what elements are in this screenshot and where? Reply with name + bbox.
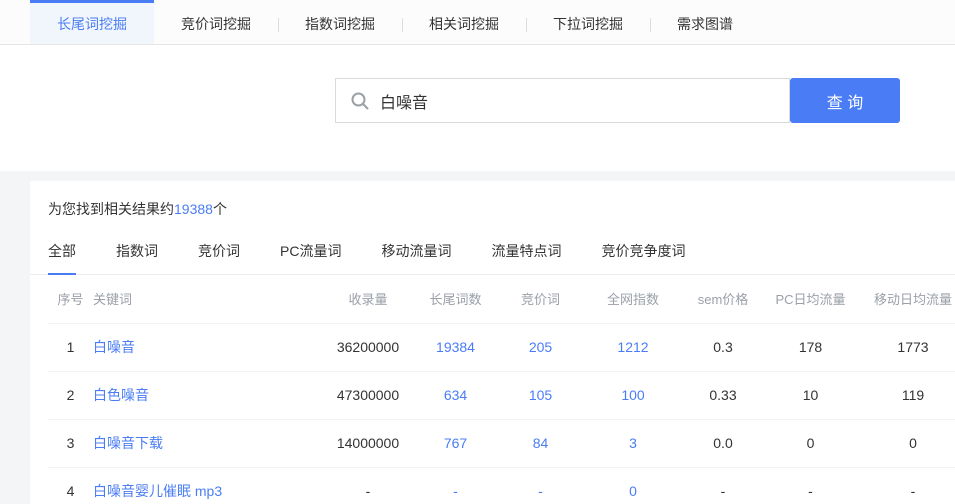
cell-mobile-traffic: 119 bbox=[858, 371, 955, 419]
search-section: 查 询 bbox=[0, 45, 955, 171]
tab-label: 需求图谱 bbox=[677, 14, 733, 34]
cell-longtail-count[interactable]: - bbox=[413, 467, 498, 504]
cell-pc-traffic: 178 bbox=[763, 323, 858, 371]
search-icon bbox=[350, 91, 370, 111]
header-inclusion: 收录量 bbox=[323, 275, 413, 323]
cell-sem-price: 0.33 bbox=[683, 371, 763, 419]
cell-pc-traffic: 10 bbox=[763, 371, 858, 419]
header-index: 序号 bbox=[48, 275, 93, 323]
cell-bid-words[interactable]: 84 bbox=[498, 419, 583, 467]
cell-pc-traffic: 0 bbox=[763, 419, 858, 467]
cell-bid-words[interactable]: 105 bbox=[498, 371, 583, 419]
table-row: 2 白色噪音 47300000 634 105 100 0.33 10 119 bbox=[48, 371, 955, 419]
filter-pc-traffic-words[interactable]: PC流量词 bbox=[280, 241, 341, 274]
cell-mobile-traffic: 0 bbox=[858, 419, 955, 467]
cell-overall-index[interactable]: 3 bbox=[583, 419, 683, 467]
cell-longtail-count[interactable]: 634 bbox=[413, 371, 498, 419]
cell-sem-price: 0.0 bbox=[683, 419, 763, 467]
cell-sem-price: - bbox=[683, 467, 763, 504]
tab-label: 竞价词挖掘 bbox=[181, 14, 251, 34]
header-mobile-daily-traffic: 移动日均流量 bbox=[858, 275, 955, 323]
tab-label: 指数词挖掘 bbox=[305, 14, 375, 34]
cell-inclusion: 47300000 bbox=[323, 371, 413, 419]
header-pc-daily-traffic: PC日均流量 bbox=[763, 275, 858, 323]
cell-overall-index[interactable]: 1212 bbox=[583, 323, 683, 371]
results-summary: 为您找到相关结果约19388个 bbox=[30, 181, 955, 219]
filter-bid-competition-words[interactable]: 竞价竞争度词 bbox=[601, 241, 685, 274]
table-row: 1 白噪音 36200000 19384 205 1212 0.3 178 17… bbox=[48, 323, 955, 371]
cell-inclusion: - bbox=[323, 467, 413, 504]
cell-sem-price: 0.3 bbox=[683, 323, 763, 371]
header-sem-price: sem价格 bbox=[683, 275, 763, 323]
top-tab-bar: 长尾词挖掘 竞价词挖掘 指数词挖掘 相关词挖掘 下拉词挖掘 需求图谱 bbox=[0, 0, 955, 45]
header-overall-index: 全网指数 bbox=[583, 275, 683, 323]
query-button[interactable]: 查 询 bbox=[790, 78, 900, 123]
table-header-row: 序号 关键词 收录量 长尾词数 竞价词 全网指数 sem价格 PC日均流量 移动… bbox=[48, 275, 955, 323]
cell-index: 4 bbox=[48, 467, 93, 504]
tab-label: 下拉词挖掘 bbox=[553, 14, 623, 34]
cell-inclusion: 36200000 bbox=[323, 323, 413, 371]
results-count: 19388 bbox=[174, 201, 213, 217]
cell-longtail-count[interactable]: 19384 bbox=[413, 323, 498, 371]
filter-index-words[interactable]: 指数词 bbox=[116, 241, 158, 274]
search-box[interactable] bbox=[335, 78, 790, 123]
cell-longtail-count[interactable]: 767 bbox=[413, 419, 498, 467]
table-row: 4 白噪音婴儿催眠 mp3 - - - 0 - - - bbox=[48, 467, 955, 504]
cell-keyword[interactable]: 白噪音下载 bbox=[93, 419, 323, 467]
tab-dropdown-words[interactable]: 下拉词挖掘 bbox=[526, 0, 650, 44]
search-input[interactable] bbox=[380, 92, 760, 110]
table-row: 3 白噪音下载 14000000 767 84 3 0.0 0 0 bbox=[48, 419, 955, 467]
cell-mobile-traffic: - bbox=[858, 467, 955, 504]
tab-label: 长尾词挖掘 bbox=[57, 14, 127, 34]
tab-label: 相关词挖掘 bbox=[429, 14, 499, 34]
cell-index: 2 bbox=[48, 371, 93, 419]
filter-bidding-words[interactable]: 竞价词 bbox=[198, 241, 240, 274]
header-longtail-count: 长尾词数 bbox=[413, 275, 498, 323]
cell-index: 1 bbox=[48, 323, 93, 371]
cell-keyword[interactable]: 白色噪音 bbox=[93, 371, 323, 419]
summary-prefix: 为您找到相关结果约 bbox=[48, 201, 174, 217]
filter-mobile-traffic-words[interactable]: 移动流量词 bbox=[381, 241, 451, 274]
filter-all[interactable]: 全部 bbox=[48, 241, 76, 274]
cell-inclusion: 14000000 bbox=[323, 419, 413, 467]
cell-overall-index[interactable]: 0 bbox=[583, 467, 683, 504]
cell-bid-words[interactable]: - bbox=[498, 467, 583, 504]
cell-pc-traffic: - bbox=[763, 467, 858, 504]
keyword-table: 序号 关键词 收录量 长尾词数 竞价词 全网指数 sem价格 PC日均流量 移动… bbox=[48, 275, 955, 504]
cell-index: 3 bbox=[48, 419, 93, 467]
filter-traffic-feature-words[interactable]: 流量特点词 bbox=[491, 241, 561, 274]
cell-keyword[interactable]: 白噪音 bbox=[93, 323, 323, 371]
cell-overall-index[interactable]: 100 bbox=[583, 371, 683, 419]
header-keyword: 关键词 bbox=[93, 275, 323, 323]
tab-related-words[interactable]: 相关词挖掘 bbox=[402, 0, 526, 44]
tab-index-words[interactable]: 指数词挖掘 bbox=[278, 0, 402, 44]
filter-tab-bar: 全部 指数词 竞价词 PC流量词 移动流量词 流量特点词 竞价竞争度词 bbox=[30, 241, 955, 275]
cell-mobile-traffic: 1773 bbox=[858, 323, 955, 371]
header-bid-words: 竞价词 bbox=[498, 275, 583, 323]
tab-bidding-words[interactable]: 竞价词挖掘 bbox=[154, 0, 278, 44]
tab-longtail-words[interactable]: 长尾词挖掘 bbox=[30, 0, 154, 44]
cell-keyword[interactable]: 白噪音婴儿催眠 mp3 bbox=[93, 467, 323, 504]
cell-bid-words[interactable]: 205 bbox=[498, 323, 583, 371]
summary-suffix: 个 bbox=[213, 201, 227, 217]
results-card: 为您找到相关结果约19388个 全部 指数词 竞价词 PC流量词 移动流量词 流… bbox=[30, 181, 955, 504]
tab-demand-graph[interactable]: 需求图谱 bbox=[650, 0, 760, 44]
